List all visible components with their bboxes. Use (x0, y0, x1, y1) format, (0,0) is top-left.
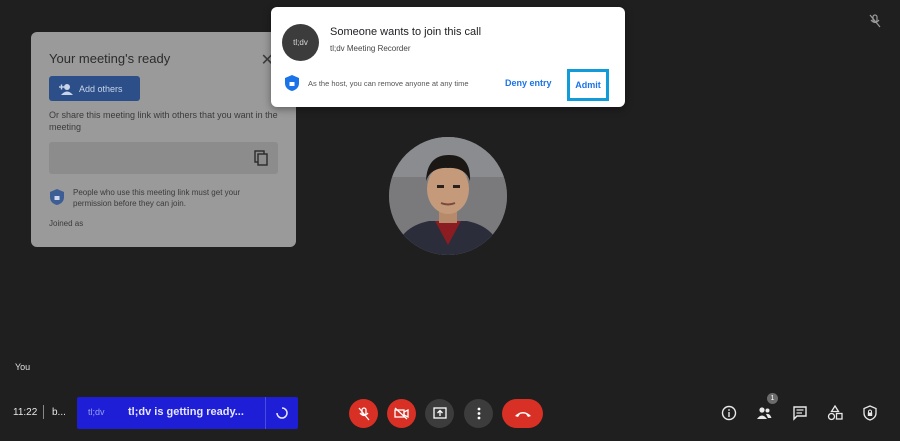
leave-call-button[interactable] (502, 399, 543, 428)
tldv-brand: tl;dv (88, 407, 105, 417)
camera-toggle-button[interactable] (387, 399, 416, 428)
mic-off-icon (358, 406, 369, 420)
more-icon (477, 407, 480, 420)
shield-icon (285, 75, 299, 91)
camera-off-icon (394, 407, 409, 420)
host-controls-icon[interactable] (862, 405, 878, 421)
clock: 11:22 (13, 407, 38, 418)
join-request-title: Someone wants to join this call (330, 26, 482, 38)
hangup-icon (514, 411, 531, 417)
divider (43, 405, 44, 419)
shield-icon (50, 189, 64, 205)
add-person-icon (59, 83, 73, 95)
tldv-status-text: tl;dv is getting ready... (128, 406, 244, 418)
present-button[interactable] (425, 399, 454, 428)
user-photo (389, 137, 507, 255)
activities-icon[interactable] (827, 405, 843, 421)
mic-toggle-button[interactable] (349, 399, 378, 428)
avatar (389, 137, 507, 255)
chat-icon[interactable] (792, 405, 808, 421)
meeting-ready-title: Your meeting's ready (49, 51, 171, 66)
admit-label: Admit (575, 80, 601, 90)
meeting-ready-card: Your meeting's ready ✕ Add others Or sha… (31, 32, 296, 247)
joined-as-label: Joined as (49, 219, 84, 228)
info-icon[interactable] (721, 405, 737, 421)
present-icon (432, 407, 447, 419)
loading-spinner-icon (276, 407, 288, 419)
admit-button[interactable]: Admit (567, 69, 609, 101)
meeting-code: b... (52, 407, 66, 418)
more-options-button[interactable] (464, 399, 493, 428)
mic-off-icon (869, 14, 881, 28)
add-others-button[interactable]: Add others (49, 76, 140, 101)
copy-icon[interactable] (254, 150, 268, 166)
requester-name: tl;dv Meeting Recorder (330, 44, 411, 53)
self-tile-label: You (15, 362, 31, 372)
join-request-dialog: tl;dv Someone wants to join this call tl… (271, 7, 625, 107)
permission-text: People who use this meeting link must ge… (73, 188, 241, 208)
people-icon[interactable] (756, 405, 772, 421)
requester-avatar: tl;dv (282, 24, 319, 61)
add-others-label: Add others (79, 83, 123, 94)
deny-entry-button[interactable]: Deny entry (505, 78, 552, 88)
tldv-status-bar[interactable]: tl;dv tl;dv is getting ready... (77, 397, 298, 429)
divider (265, 397, 266, 429)
participants-count-badge: 1 (767, 393, 778, 404)
host-note: As the host, you can remove anyone at an… (308, 79, 469, 88)
share-link-text: Or share this meeting link with others t… (49, 110, 278, 132)
meeting-link-field[interactable] (49, 142, 278, 174)
